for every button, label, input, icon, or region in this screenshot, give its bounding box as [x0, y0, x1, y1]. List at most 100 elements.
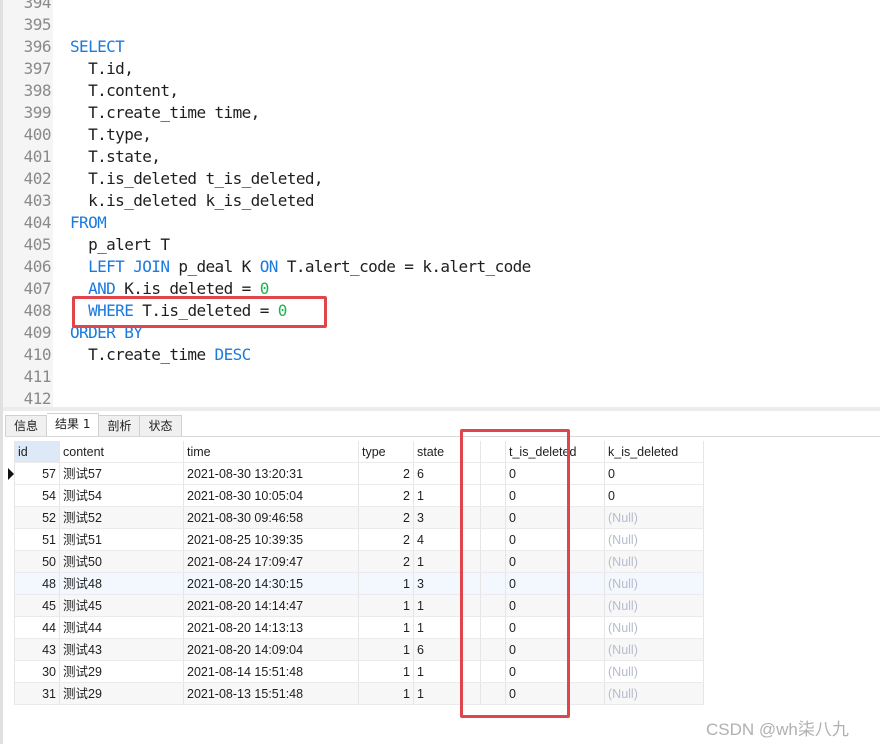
cell-time[interactable]: 2021-08-20 14:14:47	[184, 595, 359, 616]
code-line[interactable]: 406 LEFT JOIN p_deal K ON T.alert_code =…	[3, 256, 873, 278]
column-header-k-is-deleted[interactable]: k_is_deleted	[605, 441, 704, 462]
cell-type[interactable]: 2	[359, 551, 414, 572]
cell-type[interactable]: 1	[359, 573, 414, 594]
cell-content[interactable]: 测试57	[60, 463, 184, 484]
cell-time[interactable]: 2021-08-24 17:09:47	[184, 551, 359, 572]
cell-id[interactable]: 30	[15, 661, 60, 682]
cell-time[interactable]: 2021-08-20 14:30:15	[184, 573, 359, 594]
tab-result-1[interactable]: 结果 1	[47, 413, 100, 437]
cell-id[interactable]: 43	[15, 639, 60, 660]
cell-id[interactable]: 31	[15, 683, 60, 704]
code-line[interactable]: 411	[3, 366, 873, 388]
code-line[interactable]: 394	[3, 0, 873, 14]
cell-time[interactable]: 2021-08-20 14:09:04	[184, 639, 359, 660]
cell-type[interactable]: 2	[359, 529, 414, 550]
code-text: T.create_time time,	[70, 102, 260, 124]
cell-id[interactable]: 48	[15, 573, 60, 594]
code-line[interactable]: 401 T.state,	[3, 146, 873, 168]
cell-id[interactable]: 54	[15, 485, 60, 506]
cell-content[interactable]: 测试48	[60, 573, 184, 594]
tab-status[interactable]: 状态	[140, 415, 182, 437]
cell-type[interactable]: 1	[359, 683, 414, 704]
code-line[interactable]: 396 SELECT	[3, 36, 873, 58]
sql-editor[interactable]: 394 395 396 SELECT 397 T.id, 398 T.content, 39…	[3, 0, 880, 408]
code-line[interactable]: 400 T.type,	[3, 124, 873, 146]
cell-type[interactable]: 1	[359, 617, 414, 638]
cell-content[interactable]: 测试43	[60, 639, 184, 660]
cell-time[interactable]: 2021-08-25 10:39:35	[184, 529, 359, 550]
cell-k-is-deleted[interactable]: (Null)	[605, 683, 704, 704]
code-line[interactable]: 403 k.is_deleted k_is_deleted	[3, 190, 873, 212]
cell-k-is-deleted[interactable]: (Null)	[605, 573, 704, 594]
cell-type[interactable]: 2	[359, 485, 414, 506]
cell-content[interactable]: 测试54	[60, 485, 184, 506]
code-text: T.id,	[70, 58, 134, 80]
cell-k-is-deleted[interactable]: 0	[605, 463, 704, 484]
column-header-time[interactable]: time	[184, 441, 359, 462]
line-number: 411	[23, 367, 52, 386]
line-number: 396	[23, 37, 52, 56]
cell-time[interactable]: 2021-08-30 09:46:58	[184, 507, 359, 528]
column-header-id[interactable]: id	[15, 441, 60, 462]
table-row[interactable]: 44 测试44 2021-08-20 14:13:13 1 1 0 (Null)	[15, 617, 704, 639]
cell-type[interactable]: 1	[359, 639, 414, 660]
cell-content[interactable]: 测试45	[60, 595, 184, 616]
cell-k-is-deleted[interactable]: (Null)	[605, 529, 704, 550]
cell-type[interactable]: 1	[359, 595, 414, 616]
code-text: FROM	[70, 212, 107, 234]
code-text: T.create_time DESC	[70, 344, 251, 366]
cell-time[interactable]: 2021-08-30 13:20:31	[184, 463, 359, 484]
table-row[interactable]: 48 测试48 2021-08-20 14:30:15 1 3 0 (Null)	[15, 573, 704, 595]
cell-content[interactable]: 测试29	[60, 661, 184, 682]
cell-content[interactable]: 测试51	[60, 529, 184, 550]
tab-info[interactable]: 信息	[5, 415, 48, 437]
table-row[interactable]: 54 测试54 2021-08-30 10:05:04 2 1 0 0	[15, 485, 704, 507]
table-row[interactable]: 30 测试29 2021-08-14 15:51:48 1 1 0 (Null)	[15, 661, 704, 683]
table-row[interactable]: 50 测试50 2021-08-24 17:09:47 2 1 0 (Null)	[15, 551, 704, 573]
tab-profile[interactable]: 剖析	[99, 415, 141, 437]
cell-id[interactable]: 45	[15, 595, 60, 616]
cell-type[interactable]: 2	[359, 507, 414, 528]
cell-type[interactable]: 2	[359, 463, 414, 484]
code-line[interactable]: 398 T.content,	[3, 80, 873, 102]
cell-k-is-deleted[interactable]: (Null)	[605, 551, 704, 572]
cell-id[interactable]: 57	[15, 463, 60, 484]
cell-k-is-deleted[interactable]: (Null)	[605, 661, 704, 682]
table-row[interactable]: 52 测试52 2021-08-30 09:46:58 2 3 0 (Null)	[15, 507, 704, 529]
code-line[interactable]: 402 T.is_deleted t_is_deleted,	[3, 168, 873, 190]
code-line[interactable]: 397 T.id,	[3, 58, 873, 80]
cell-k-is-deleted[interactable]: (Null)	[605, 617, 704, 638]
cell-content[interactable]: 测试52	[60, 507, 184, 528]
cell-k-is-deleted[interactable]: (Null)	[605, 507, 704, 528]
code-line[interactable]: 410 T.create_time DESC	[3, 344, 873, 366]
cell-k-is-deleted[interactable]: (Null)	[605, 639, 704, 660]
cell-k-is-deleted[interactable]: (Null)	[605, 595, 704, 616]
code-line[interactable]: 404 FROM	[3, 212, 873, 234]
cell-id[interactable]: 51	[15, 529, 60, 550]
pane-splitter[interactable]	[3, 407, 880, 411]
cell-type[interactable]: 1	[359, 661, 414, 682]
cell-id[interactable]: 50	[15, 551, 60, 572]
cell-time[interactable]: 2021-08-14 15:51:48	[184, 661, 359, 682]
cell-k-is-deleted[interactable]: 0	[605, 485, 704, 506]
line-number: 399	[23, 103, 52, 122]
table-row[interactable]: 31 测试29 2021-08-13 15:51:48 1 1 0 (Null)	[15, 683, 704, 705]
cell-id[interactable]: 52	[15, 507, 60, 528]
table-row[interactable]: 45 测试45 2021-08-20 14:14:47 1 1 0 (Null)	[15, 595, 704, 617]
code-line[interactable]: 395	[3, 14, 873, 36]
cell-content[interactable]: 测试29	[60, 683, 184, 704]
table-row[interactable]: 43 测试43 2021-08-20 14:09:04 1 6 0 (Null)	[15, 639, 704, 661]
table-row[interactable]: 51 测试51 2021-08-25 10:39:35 2 4 0 (Null)	[15, 529, 704, 551]
code-line[interactable]: 405 p_alert T	[3, 234, 873, 256]
sql-text: k.is_deleted k_is_deleted	[70, 191, 314, 210]
cell-time[interactable]: 2021-08-13 15:51:48	[184, 683, 359, 704]
table-row[interactable]: 57 测试57 2021-08-30 13:20:31 2 6 0 0	[15, 463, 704, 485]
column-header-type[interactable]: type	[359, 441, 414, 462]
cell-time[interactable]: 2021-08-20 14:13:13	[184, 617, 359, 638]
cell-id[interactable]: 44	[15, 617, 60, 638]
cell-content[interactable]: 测试44	[60, 617, 184, 638]
column-header-content[interactable]: content	[60, 441, 184, 462]
cell-time[interactable]: 2021-08-30 10:05:04	[184, 485, 359, 506]
code-line[interactable]: 399 T.create_time time,	[3, 102, 873, 124]
cell-content[interactable]: 测试50	[60, 551, 184, 572]
